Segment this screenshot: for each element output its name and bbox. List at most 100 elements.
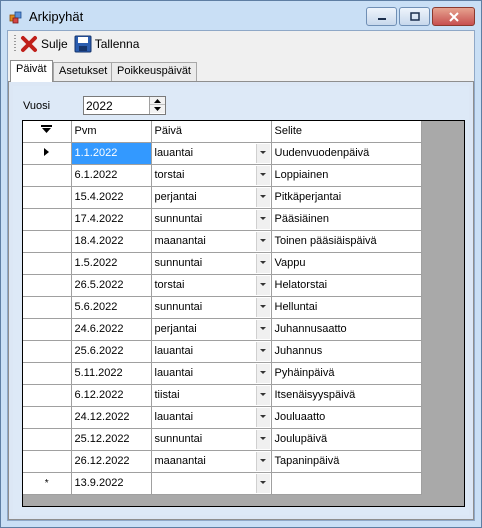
row-header[interactable] xyxy=(23,362,72,385)
column-header-pvm[interactable]: Pvm xyxy=(71,121,152,143)
paiva-combo-cell[interactable]: lauantai xyxy=(151,406,272,429)
row-header[interactable] xyxy=(23,252,72,275)
tab-asetukset[interactable]: Asetukset xyxy=(53,62,114,81)
dropdown-arrow-icon[interactable] xyxy=(255,363,270,383)
grid-row[interactable]: 6.12.2022 tiistai Itsenäisyyspäivä xyxy=(23,384,422,407)
pvm-cell[interactable]: 13.9.2022 xyxy=(71,472,152,495)
dropdown-arrow-icon[interactable] xyxy=(255,473,270,493)
pvm-cell[interactable]: 17.4.2022 xyxy=(71,208,152,231)
selite-cell[interactable]: Loppiainen xyxy=(271,164,422,187)
spin-up-button[interactable] xyxy=(150,97,165,105)
paiva-combo-cell[interactable]: lauantai xyxy=(151,142,272,165)
paiva-combo-cell[interactable]: sunnuntai xyxy=(151,208,272,231)
dropdown-arrow-icon[interactable] xyxy=(255,143,270,163)
dropdown-arrow-icon[interactable] xyxy=(255,187,270,207)
pvm-cell[interactable]: 6.1.2022 xyxy=(71,164,152,187)
grid-row[interactable]: 18.4.2022 maanantai Toinen pääsiäispäivä xyxy=(23,230,422,253)
holidays-grid[interactable]: Pvm Päivä Selite 1.1.2022 lauantai Uudenvu… xyxy=(22,120,465,507)
new-row-header[interactable]: * xyxy=(23,472,72,495)
paiva-combo-cell[interactable]: perjantai xyxy=(151,186,272,209)
grid-row[interactable]: 1.5.2022 sunnuntai Vappu xyxy=(23,252,422,275)
selite-cell[interactable]: Juhannus xyxy=(271,340,422,363)
grid-row[interactable]: 1.1.2022 lauantai Uudenvuodenpäivä xyxy=(23,142,422,165)
dropdown-arrow-icon[interactable] xyxy=(255,319,270,339)
row-header[interactable] xyxy=(23,384,72,407)
pvm-cell[interactable]: 18.4.2022 xyxy=(71,230,152,253)
grid-row[interactable]: 6.1.2022 torstai Loppiainen xyxy=(23,164,422,187)
selite-cell[interactable] xyxy=(271,472,422,495)
row-header[interactable] xyxy=(23,450,72,473)
selite-cell[interactable]: Jouluaatto xyxy=(271,406,422,429)
row-header[interactable] xyxy=(23,186,72,209)
pvm-cell[interactable]: 26.5.2022 xyxy=(71,274,152,297)
grid-row[interactable]: 15.4.2022 perjantai Pitkäperjantai xyxy=(23,186,422,209)
selite-cell[interactable]: Toinen pääsiäispäivä xyxy=(271,230,422,253)
close-window-button[interactable] xyxy=(432,7,475,26)
selite-cell[interactable]: Itsenäisyyspäivä xyxy=(271,384,422,407)
grid-row[interactable]: 25.12.2022 sunnuntai Joulupäivä xyxy=(23,428,422,451)
maximize-button[interactable] xyxy=(399,7,430,26)
selite-cell[interactable]: Helatorstai xyxy=(271,274,422,297)
dropdown-arrow-icon[interactable] xyxy=(255,253,270,273)
paiva-combo-cell[interactable]: lauantai xyxy=(151,362,272,385)
column-header-paiva[interactable]: Päivä xyxy=(151,121,272,143)
dropdown-arrow-icon[interactable] xyxy=(255,297,270,317)
row-header[interactable] xyxy=(23,164,72,187)
dropdown-arrow-icon[interactable] xyxy=(255,275,270,295)
grid-row[interactable]: 24.6.2022 perjantai Juhannusaatto xyxy=(23,318,422,341)
filter-header-cell[interactable] xyxy=(23,121,72,143)
paiva-combo-cell[interactable]: tiistai xyxy=(151,384,272,407)
year-input[interactable] xyxy=(84,97,148,114)
pvm-cell[interactable]: 6.12.2022 xyxy=(71,384,152,407)
paiva-combo-cell[interactable]: perjantai xyxy=(151,318,272,341)
row-header[interactable] xyxy=(23,296,72,319)
dropdown-arrow-icon[interactable] xyxy=(255,407,270,427)
pvm-cell[interactable]: 15.4.2022 xyxy=(71,186,152,209)
tab-paivat[interactable]: Päivät xyxy=(10,60,53,82)
pvm-cell[interactable]: 24.6.2022 xyxy=(71,318,152,341)
minimize-button[interactable] xyxy=(366,7,397,26)
row-header[interactable] xyxy=(23,340,72,363)
paiva-combo-cell[interactable] xyxy=(151,472,272,495)
pvm-cell[interactable]: 5.11.2022 xyxy=(71,362,152,385)
column-header-selite[interactable]: Selite xyxy=(271,121,422,143)
grid-row[interactable]: 26.12.2022 maanantai Tapaninpäivä xyxy=(23,450,422,473)
dropdown-arrow-icon[interactable] xyxy=(255,385,270,405)
selite-cell[interactable]: Joulupäivä xyxy=(271,428,422,451)
row-header[interactable] xyxy=(23,428,72,451)
pvm-cell[interactable]: 24.12.2022 xyxy=(71,406,152,429)
paiva-combo-cell[interactable]: sunnuntai xyxy=(151,428,272,451)
paiva-combo-cell[interactable]: torstai xyxy=(151,274,272,297)
selite-cell[interactable]: Pitkäperjantai xyxy=(271,186,422,209)
grid-row[interactable]: 5.6.2022 sunnuntai Helluntai xyxy=(23,296,422,319)
row-header[interactable] xyxy=(23,208,72,231)
row-header[interactable] xyxy=(23,230,72,253)
pvm-cell[interactable]: 25.6.2022 xyxy=(71,340,152,363)
grid-row[interactable]: 5.11.2022 lauantai Pyhäinpäivä xyxy=(23,362,422,385)
paiva-combo-cell[interactable]: maanantai xyxy=(151,450,272,473)
selite-cell[interactable]: Vappu xyxy=(271,252,422,275)
selite-cell[interactable]: Pyhäinpäivä xyxy=(271,362,422,385)
paiva-combo-cell[interactable]: lauantai xyxy=(151,340,272,363)
spin-down-button[interactable] xyxy=(150,105,165,113)
row-header[interactable] xyxy=(23,318,72,341)
pvm-cell[interactable]: 5.6.2022 xyxy=(71,296,152,319)
grid-row[interactable]: 24.12.2022 lauantai Jouluaatto xyxy=(23,406,422,429)
row-header[interactable] xyxy=(23,274,72,297)
selite-cell[interactable]: Uudenvuodenpäivä xyxy=(271,142,422,165)
dropdown-arrow-icon[interactable] xyxy=(255,429,270,449)
save-button[interactable]: Tallenna xyxy=(72,33,144,55)
selite-cell[interactable]: Tapaninpäivä xyxy=(271,450,422,473)
grid-row[interactable]: 25.6.2022 lauantai Juhannus xyxy=(23,340,422,363)
dropdown-arrow-icon[interactable] xyxy=(255,209,270,229)
paiva-combo-cell[interactable]: sunnuntai xyxy=(151,296,272,319)
pvm-cell[interactable]: 1.1.2022 xyxy=(71,142,152,165)
tab-poikkeuspaivat[interactable]: Poikkeuspäivät xyxy=(111,62,197,81)
pvm-cell[interactable]: 1.5.2022 xyxy=(71,252,152,275)
row-header[interactable] xyxy=(23,142,72,165)
dropdown-arrow-icon[interactable] xyxy=(255,165,270,185)
year-spinner[interactable] xyxy=(83,96,166,115)
dropdown-arrow-icon[interactable] xyxy=(255,341,270,361)
selite-cell[interactable]: Juhannusaatto xyxy=(271,318,422,341)
close-button[interactable]: Sulje xyxy=(18,33,72,55)
